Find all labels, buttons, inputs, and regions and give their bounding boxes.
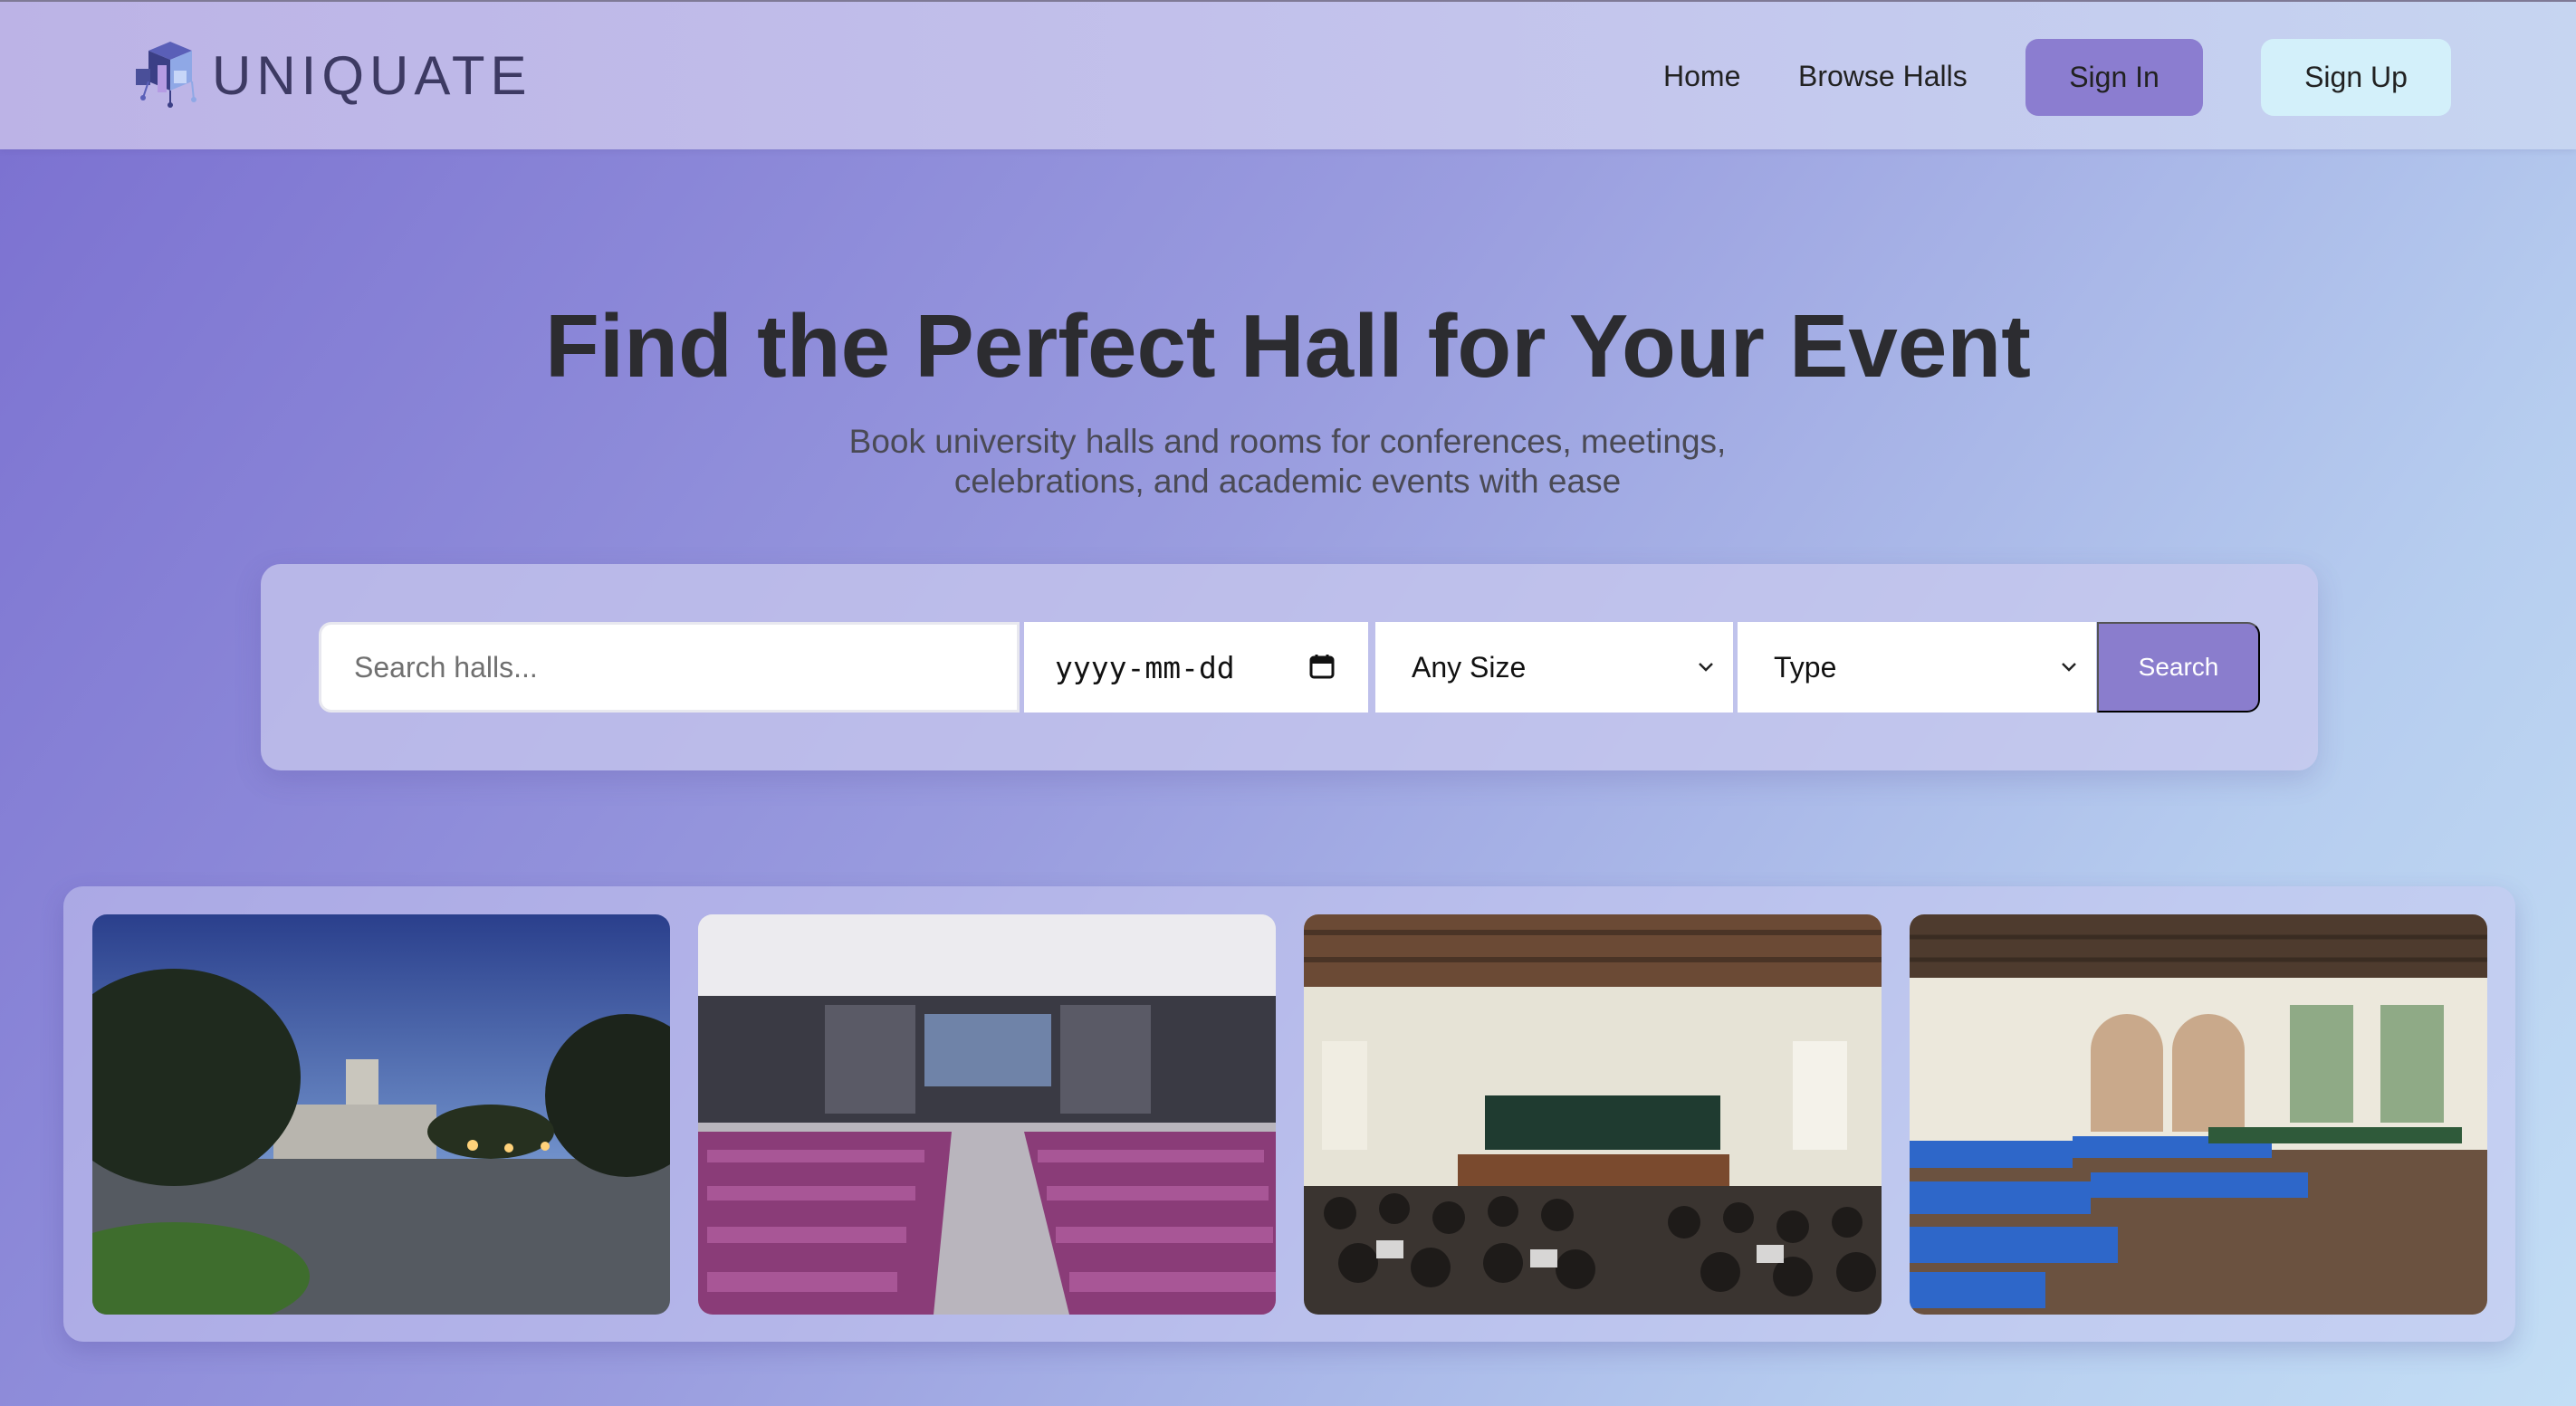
search-button[interactable]: Search [2097,622,2260,713]
nav-link-browse-halls[interactable]: Browse Halls [1798,56,1968,96]
size-select[interactable]: Any Size [1375,622,1733,713]
hero-subtitle: Book university halls and rooms for conf… [744,422,1831,502]
date-placeholder: yyyy-mm-dd [1055,649,1235,685]
type-select-value: Type [1774,650,1837,684]
brand-logo[interactable]: UNIQUATE [130,34,532,118]
gallery-image-campus-night[interactable] [92,914,670,1315]
gallery-image-blue-chair-hall[interactable] [1910,914,2487,1315]
sign-up-button[interactable]: Sign Up [2261,39,2451,116]
type-select[interactable]: Type [1738,622,2096,713]
hero-subtitle-line-2: celebrations, and academic events with e… [953,463,1622,500]
search-placeholder: Search halls... [354,650,538,684]
gallery-image-auditorium[interactable] [698,914,1276,1315]
date-input[interactable]: yyyy-mm-dd [1024,622,1368,713]
gallery-image-lecture-hall[interactable] [1304,914,1882,1315]
search-input[interactable]: Search halls... [319,622,1020,713]
calendar-icon[interactable] [1308,653,1336,680]
chevron-down-icon [2062,663,2076,672]
chevron-down-icon [1699,663,1713,672]
logo-cube-icon [136,42,196,108]
nav-link-home[interactable]: Home [1663,56,1740,96]
sign-in-button[interactable]: Sign In [2025,39,2203,116]
top-navbar: UNIQUATE Home Browse Halls Sign In Sign … [0,0,2576,149]
size-select-value: Any Size [1412,650,1527,684]
hero-subtitle-line-1: Book university halls and rooms for conf… [848,423,1727,460]
hero-title: Find the Perfect Hall for Your Event [545,296,2031,396]
logo-text: UNIQUATE [212,45,532,106]
